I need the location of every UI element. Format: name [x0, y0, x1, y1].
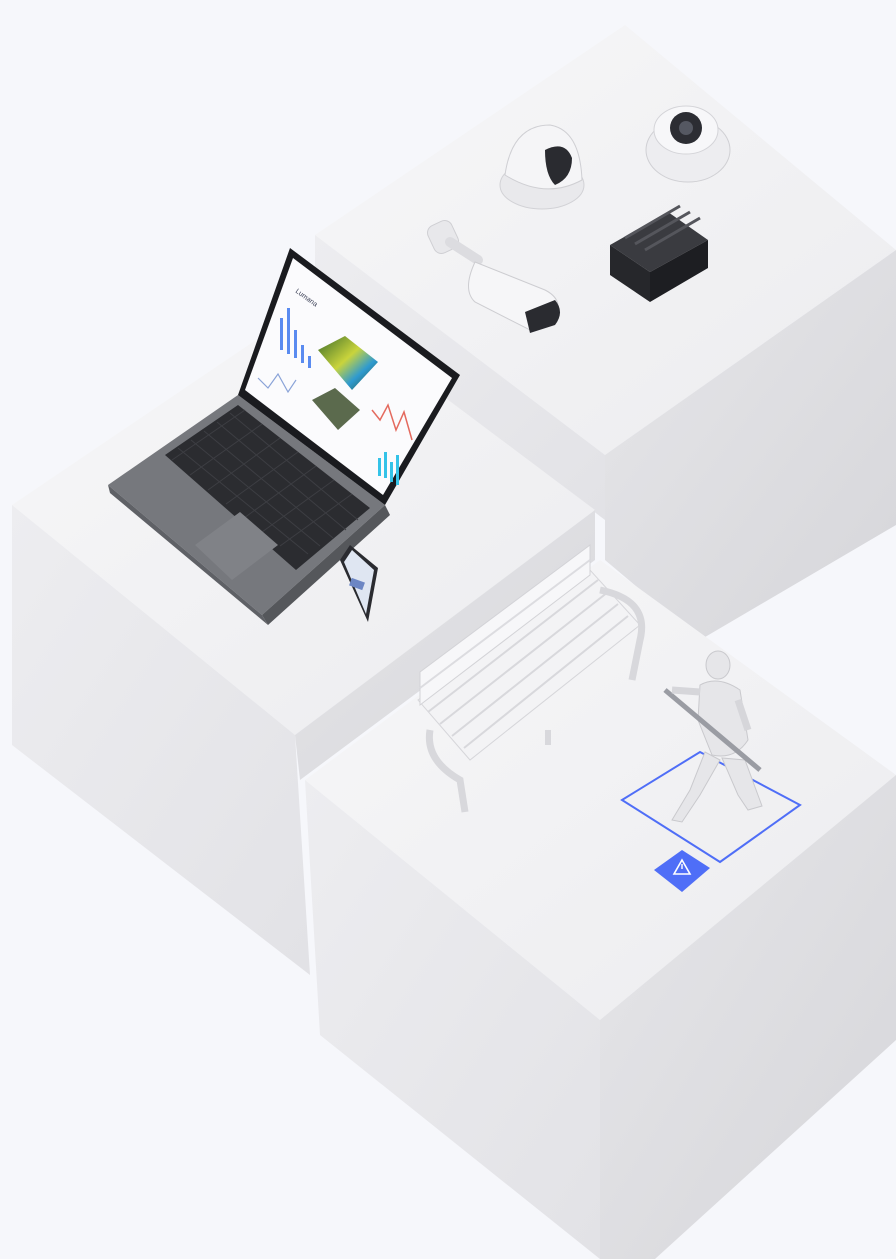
isometric-security-scene: Lumana	[12, 25, 896, 1259]
